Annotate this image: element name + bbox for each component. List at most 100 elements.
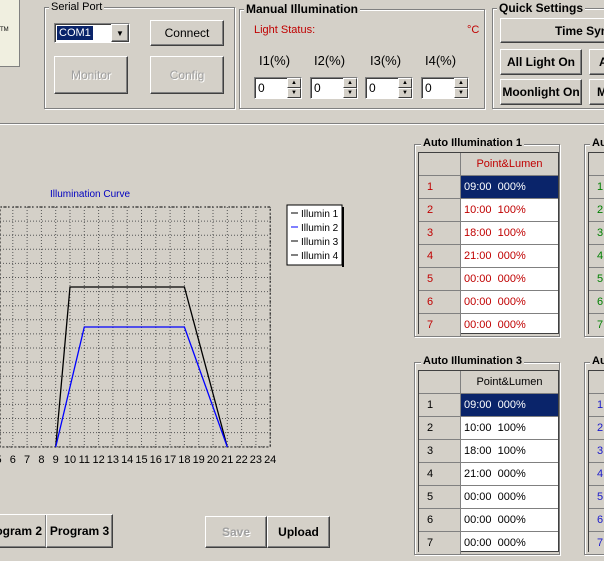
monitor-button[interactable]: Monitor	[54, 56, 128, 94]
point-lumen-cell[interactable]: 00:00 000%	[461, 486, 558, 508]
i1-stepper[interactable]: 0 ▲ ▼	[254, 77, 302, 99]
table-row[interactable]: 5 00:00 000%	[419, 268, 558, 291]
table-row[interactable]: 4	[589, 245, 604, 268]
table-row[interactable]: 7	[589, 532, 604, 555]
point-lumen-cell[interactable]: 00:00 000%	[461, 314, 558, 336]
point-lumen-cell[interactable]: 09:00 000%	[461, 176, 558, 198]
table-row[interactable]: 6 00:00 000%	[419, 291, 558, 314]
table-row[interactable]: 5	[589, 486, 604, 509]
separator-line	[0, 123, 604, 125]
x-tick-label: 12	[92, 454, 104, 466]
table-row[interactable]: 1 09:00 000%	[419, 176, 558, 199]
x-tick-label: 14	[121, 454, 133, 466]
i4-stepper[interactable]: 0 ▲ ▼	[421, 77, 469, 99]
point-lumen-cell[interactable]: 09:00 000%	[461, 394, 558, 416]
up-arrow-icon[interactable]: ▲	[287, 78, 301, 88]
i4-value: 0	[425, 81, 432, 95]
row-index: 5	[419, 486, 461, 508]
down-arrow-icon[interactable]: ▼	[398, 88, 412, 98]
table-row[interactable]: 1 09:00 000%	[419, 394, 558, 417]
x-tick-label: 24	[264, 454, 276, 466]
x-tick-label: 18	[178, 454, 190, 466]
x-tick-label: 10	[64, 454, 76, 466]
table-row[interactable]: 7 00:00 000%	[419, 314, 558, 337]
all-light-on-button[interactable]: All Light On	[500, 49, 582, 75]
table-row[interactable]: 1	[589, 394, 604, 417]
column-header: Point&Lumen	[461, 371, 558, 393]
down-arrow-icon[interactable]: ▼	[287, 88, 301, 98]
up-arrow-icon[interactable]: ▲	[454, 78, 468, 88]
chart-title: Illumination Curve	[50, 189, 130, 200]
table-row[interactable]: 5	[589, 268, 604, 291]
point-lumen-cell[interactable]: 21:00 000%	[461, 245, 558, 267]
row-index: 2	[419, 417, 461, 439]
config-button[interactable]: Config	[150, 56, 224, 94]
table-row[interactable]: 6	[589, 509, 604, 532]
port-select[interactable]: COM1 ▼	[54, 23, 130, 43]
time-sync-label: Time Syn	[555, 23, 604, 38]
x-tick-label: 15	[135, 454, 147, 466]
table-row[interactable]: 3	[589, 222, 604, 245]
table-row[interactable]: 4	[589, 463, 604, 486]
table-row[interactable]: 2 10:00 100%	[419, 417, 558, 440]
i1-value: 0	[258, 81, 265, 95]
table-row[interactable]: 1	[589, 176, 604, 199]
table-row[interactable]: 4 21:00 000%	[419, 463, 558, 486]
down-arrow-icon[interactable]: ▼	[454, 88, 468, 98]
time-sync-button[interactable]: Time Syn	[500, 18, 604, 43]
row-index: 6	[589, 509, 604, 531]
point-lumen-cell[interactable]: 00:00 000%	[461, 532, 558, 554]
connect-button[interactable]: Connect	[150, 20, 224, 46]
manual-illumination-label: Manual Illumination	[244, 2, 361, 16]
table-row[interactable]: 5 00:00 000%	[419, 486, 558, 509]
extra-a-button[interactable]: A	[589, 49, 604, 75]
table-header: Point&Lumen	[419, 153, 558, 176]
point-lumen-cell[interactable]: 00:00 000%	[461, 509, 558, 531]
i3-stepper[interactable]: 0 ▲ ▼	[365, 77, 413, 99]
row-index: 6	[419, 509, 461, 531]
table-row[interactable]: 2	[589, 417, 604, 440]
moonlight-on-button[interactable]: Moonlight On	[500, 79, 582, 105]
table-row[interactable]: 3	[589, 440, 604, 463]
i2-stepper[interactable]: 0 ▲ ▼	[310, 77, 358, 99]
legend-label: Illumin 1	[301, 209, 339, 220]
extra-a-label: A	[599, 55, 604, 69]
save-button[interactable]: Save	[205, 516, 267, 548]
extra-m-button[interactable]: M	[589, 79, 604, 105]
table-row[interactable]: 2	[589, 199, 604, 222]
up-arrow-icon[interactable]: ▲	[343, 78, 357, 88]
upload-button[interactable]: Upload	[267, 516, 330, 548]
row-index: 2	[589, 199, 604, 221]
legend-label: Illumin 4	[301, 251, 339, 262]
row-index: 5	[589, 486, 604, 508]
row-index: 7	[419, 532, 461, 554]
point-lumen-cell[interactable]: 10:00 100%	[461, 417, 558, 439]
point-lumen-cell[interactable]: 18:00 100%	[461, 222, 558, 244]
table-row[interactable]: 6	[589, 291, 604, 314]
legend-label: Illumin 3	[301, 237, 339, 248]
table-row[interactable]: 4 21:00 000%	[419, 245, 558, 268]
program-3-button[interactable]: Program 3	[46, 514, 113, 548]
point-lumen-cell[interactable]: 21:00 000%	[461, 463, 558, 485]
row-index: 3	[419, 440, 461, 462]
point-lumen-cell[interactable]: 18:00 100%	[461, 440, 558, 462]
chevron-down-icon[interactable]: ▼	[111, 24, 129, 42]
auto-illumination-1-table: Point&Lumen 1 09:00 000% 2 10:00 100% 3 18:00…	[418, 152, 559, 337]
i2-value: 0	[314, 81, 321, 95]
x-tick-label: 6	[10, 454, 16, 466]
up-arrow-icon[interactable]: ▲	[398, 78, 412, 88]
table-row[interactable]: 7	[589, 314, 604, 337]
table-row[interactable]: 2 10:00 100%	[419, 199, 558, 222]
point-lumen-cell[interactable]: 10:00 100%	[461, 199, 558, 221]
table-row[interactable]: 3 18:00 100%	[419, 222, 558, 245]
point-lumen-cell[interactable]: 00:00 000%	[461, 291, 558, 313]
legend-shadow	[342, 207, 344, 267]
table-row[interactable]: 3 18:00 100%	[419, 440, 558, 463]
program-2-button[interactable]: ogram 2	[0, 514, 47, 548]
x-tick-label: 19	[193, 454, 205, 466]
table-row[interactable]: 7 00:00 000%	[419, 532, 558, 555]
table-row[interactable]: 6 00:00 000%	[419, 509, 558, 532]
auto-illumination-1-title: Auto Illumination 1	[421, 137, 524, 149]
point-lumen-cell[interactable]: 00:00 000%	[461, 268, 558, 290]
down-arrow-icon[interactable]: ▼	[343, 88, 357, 98]
